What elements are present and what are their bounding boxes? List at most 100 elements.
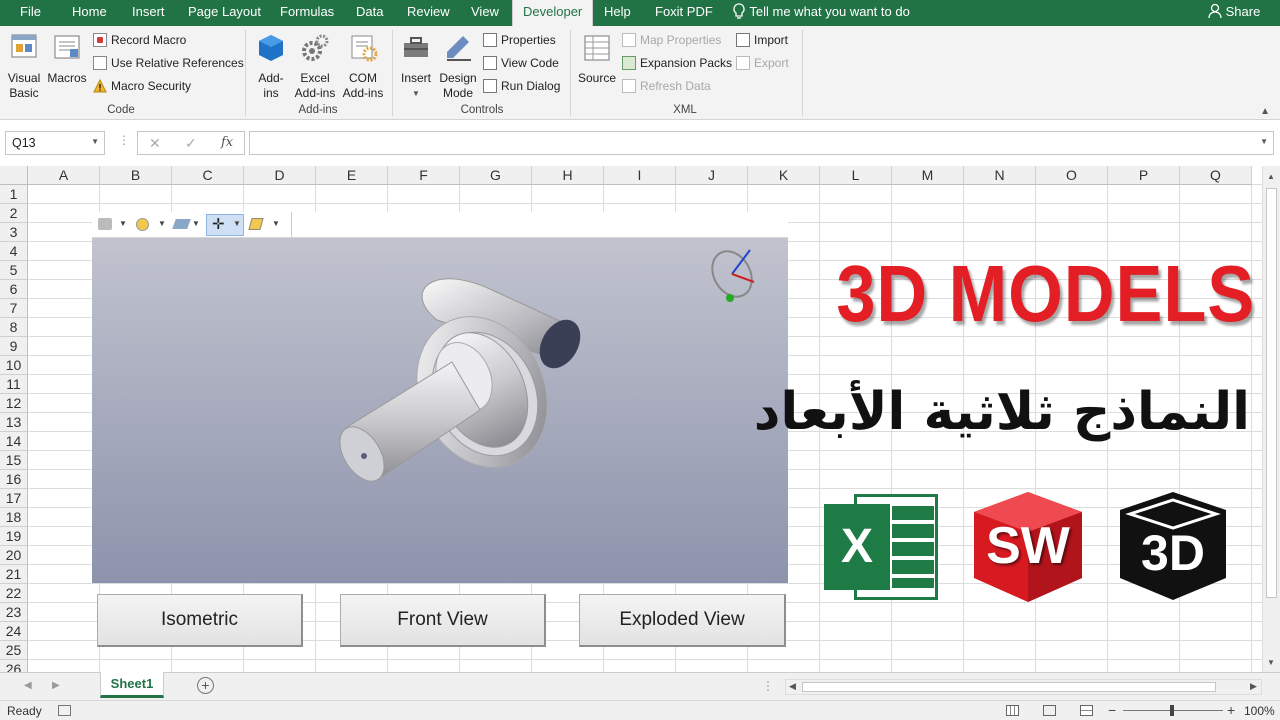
view-code-button[interactable]: View Code bbox=[483, 53, 559, 73]
scroll-sheets-right-icon[interactable]: ▶ bbox=[52, 680, 60, 691]
exploded-view-button[interactable]: Exploded View bbox=[579, 594, 786, 647]
zoom-level[interactable]: 100% bbox=[1244, 704, 1275, 718]
expansion-packs-button[interactable]: Expansion Packs bbox=[622, 53, 732, 73]
row-header[interactable]: 7 bbox=[0, 299, 28, 318]
row-header[interactable]: 15 bbox=[0, 451, 28, 470]
zoom-slider-thumb[interactable] bbox=[1170, 705, 1174, 716]
row-header[interactable]: 17 bbox=[0, 489, 28, 508]
tab-foxit-pdf[interactable]: Foxit PDF bbox=[655, 0, 713, 26]
section-dropdown-icon[interactable]: ▼ bbox=[192, 219, 200, 228]
front-view-button[interactable]: Front View bbox=[340, 594, 546, 647]
row-header[interactable]: 5 bbox=[0, 261, 28, 280]
vertical-scrollbar[interactable]: ▲ ▼ bbox=[1262, 166, 1280, 672]
com-add-ins-button[interactable]: COM Add-ins bbox=[340, 32, 386, 101]
source-button[interactable]: Source bbox=[576, 32, 618, 86]
column-header[interactable]: P bbox=[1108, 166, 1180, 185]
add-ins-button[interactable]: Add- ins bbox=[253, 32, 289, 101]
row-header[interactable]: 12 bbox=[0, 394, 28, 413]
horizontal-scrollbar[interactable]: ◀ ▶ bbox=[785, 679, 1262, 695]
tab-file[interactable]: File bbox=[20, 0, 41, 26]
row-header[interactable]: 19 bbox=[0, 527, 28, 546]
column-header[interactable]: B bbox=[100, 166, 172, 185]
column-header[interactable]: H bbox=[532, 166, 604, 185]
row-header[interactable]: 22 bbox=[0, 584, 28, 603]
row-header[interactable]: 3 bbox=[0, 223, 28, 242]
expand-formula-icon[interactable]: ▼ bbox=[1260, 137, 1268, 146]
column-header[interactable]: J bbox=[676, 166, 748, 185]
markup-icon[interactable] bbox=[248, 218, 264, 230]
column-header[interactable]: K bbox=[748, 166, 820, 185]
tab-page-layout[interactable]: Page Layout bbox=[188, 0, 261, 26]
excel-add-ins-button[interactable]: Excel Add-ins bbox=[292, 32, 338, 101]
view-dropdown-icon[interactable]: ▼ bbox=[158, 219, 166, 228]
row-header[interactable]: 11 bbox=[0, 375, 28, 394]
horizontal-scroll-thumb[interactable] bbox=[802, 682, 1216, 692]
row-header[interactable]: 18 bbox=[0, 508, 28, 527]
column-header[interactable]: G bbox=[460, 166, 532, 185]
sheet-tab-sheet1[interactable]: Sheet1 bbox=[100, 672, 164, 698]
3d-model-viewer[interactable] bbox=[92, 212, 788, 583]
refresh-data-button[interactable]: Refresh Data bbox=[622, 76, 711, 96]
macro-record-status-icon[interactable] bbox=[58, 705, 71, 716]
column-header[interactable]: F bbox=[388, 166, 460, 185]
tab-review[interactable]: Review bbox=[407, 0, 450, 26]
column-header[interactable]: E bbox=[316, 166, 388, 185]
name-box[interactable]: Q13 ▼ bbox=[5, 131, 105, 155]
tab-insert[interactable]: Insert bbox=[132, 0, 165, 26]
row-header[interactable]: 6 bbox=[0, 280, 28, 299]
macro-security-button[interactable]: Macro Security bbox=[93, 76, 191, 96]
zoom-in-icon[interactable]: + bbox=[1227, 702, 1235, 718]
page-break-view-icon[interactable] bbox=[1080, 705, 1093, 716]
column-header[interactable]: C bbox=[172, 166, 244, 185]
section-icon[interactable] bbox=[172, 219, 191, 229]
row-header[interactable]: 9 bbox=[0, 337, 28, 356]
column-header[interactable]: M bbox=[892, 166, 964, 185]
isometric-button[interactable]: Isometric bbox=[97, 594, 303, 647]
column-header[interactable]: N bbox=[964, 166, 1036, 185]
design-mode-button[interactable]: Design Mode bbox=[437, 32, 479, 101]
cancel-icon[interactable]: ✕ bbox=[149, 135, 161, 152]
tell-me-box[interactable]: Tell me what you want to do bbox=[732, 0, 910, 26]
tab-home[interactable]: Home bbox=[72, 0, 107, 26]
row-header[interactable]: 23 bbox=[0, 603, 28, 622]
display-style-icon[interactable] bbox=[98, 218, 112, 230]
scroll-left-icon[interactable]: ◀ bbox=[789, 681, 796, 692]
column-header[interactable]: Q bbox=[1180, 166, 1252, 185]
row-header[interactable]: 25 bbox=[0, 641, 28, 660]
scroll-up-icon[interactable]: ▲ bbox=[1267, 172, 1275, 181]
import-button[interactable]: Import bbox=[736, 30, 788, 50]
record-macro-button[interactable]: Record Macro bbox=[93, 30, 186, 50]
scroll-sheets-left-icon[interactable]: ◀ bbox=[24, 680, 32, 691]
row-header[interactable]: 2 bbox=[0, 204, 28, 223]
enter-icon[interactable]: ✓ bbox=[185, 135, 197, 152]
column-header[interactable]: I bbox=[604, 166, 676, 185]
row-header[interactable]: 1 bbox=[0, 185, 28, 204]
scroll-down-icon[interactable]: ▼ bbox=[1267, 658, 1275, 667]
zoom-out-icon[interactable]: − bbox=[1108, 702, 1116, 718]
scroll-right-icon[interactable]: ▶ bbox=[1250, 681, 1257, 692]
column-header[interactable]: D bbox=[244, 166, 316, 185]
name-box-dropdown-icon[interactable]: ▼ bbox=[91, 137, 99, 146]
select-all-corner[interactable] bbox=[0, 166, 28, 185]
insert-function-icon[interactable]: fx bbox=[221, 135, 233, 150]
properties-button[interactable]: Properties bbox=[483, 30, 556, 50]
share-button[interactable]: Share bbox=[1208, 0, 1260, 26]
use-relative-references-button[interactable]: Use Relative References bbox=[93, 53, 244, 73]
row-header[interactable]: 8 bbox=[0, 318, 28, 337]
column-header[interactable]: O bbox=[1036, 166, 1108, 185]
export-button[interactable]: Export bbox=[736, 53, 789, 73]
vertical-scroll-thumb[interactable] bbox=[1266, 188, 1277, 598]
move-dropdown-icon[interactable]: ▼ bbox=[233, 219, 241, 228]
row-header[interactable]: 24 bbox=[0, 622, 28, 641]
row-header[interactable]: 10 bbox=[0, 356, 28, 375]
row-header[interactable]: 16 bbox=[0, 470, 28, 489]
tab-data[interactable]: Data bbox=[356, 0, 383, 26]
row-header[interactable]: 20 bbox=[0, 546, 28, 565]
tab-split-grip[interactable]: ⋮ bbox=[762, 679, 774, 693]
macros-button[interactable]: Macros bbox=[46, 32, 88, 86]
normal-view-icon[interactable] bbox=[1006, 705, 1019, 716]
add-sheet-icon[interactable]: + bbox=[197, 677, 214, 694]
column-header[interactable]: A bbox=[28, 166, 100, 185]
tab-formulas[interactable]: Formulas bbox=[280, 0, 334, 26]
map-properties-button[interactable]: Map Properties bbox=[622, 30, 721, 50]
